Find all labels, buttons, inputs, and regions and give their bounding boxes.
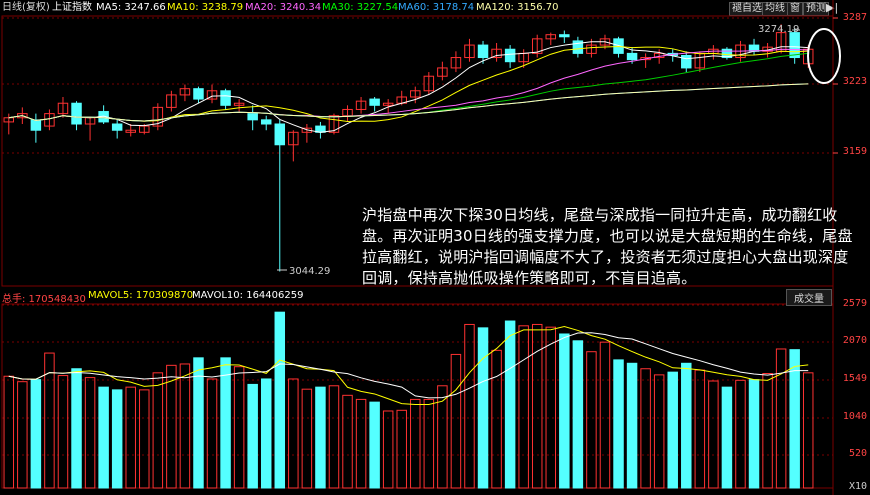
- volume-bar: [152, 372, 164, 489]
- volume-bar: [247, 383, 258, 489]
- volume-bar: [206, 378, 218, 489]
- vol-axis-label-4: 1040: [842, 411, 867, 422]
- candle-body: [559, 34, 570, 38]
- volume-bar: [315, 386, 326, 489]
- volume-bar: [44, 352, 55, 489]
- price-axis-label-top: 3287: [842, 12, 867, 23]
- price-axis-label-low: 3159: [842, 146, 867, 157]
- volume-bar: [193, 357, 204, 489]
- volume-bar: [504, 320, 516, 489]
- volume-bar: [545, 326, 557, 489]
- kline-chart-window: { "header": { "period": "日线(复权)", "index…: [0, 0, 870, 495]
- volume-bar: [653, 374, 665, 489]
- commentary-text: 沪指盘中再次下探30日均线，尾盘与深成指一同拉升走高，成功翻红收盘。再次证明30…: [362, 206, 853, 287]
- volume-bar: [572, 340, 584, 489]
- candle-body: [111, 123, 123, 131]
- candle-body: [626, 52, 638, 61]
- volume-bar: [708, 380, 719, 489]
- volume-bar: [721, 386, 733, 489]
- vol-axis-label-3: 1549: [842, 373, 867, 384]
- volume-bar: [139, 389, 150, 489]
- volume-bar: [518, 325, 529, 489]
- low-price-mark: 3044.29: [289, 266, 331, 277]
- ma120-line: [8, 83, 809, 122]
- candle-body: [71, 102, 82, 125]
- volume-bar: [233, 366, 245, 489]
- volume-bar: [3, 375, 15, 489]
- volume-bar: [179, 363, 191, 489]
- volume-bar: [382, 410, 394, 489]
- candle-body: [260, 119, 272, 125]
- candle-body: [193, 88, 204, 100]
- volume-bar: [220, 357, 231, 489]
- volume-bar: [626, 362, 638, 489]
- volume-bar: [681, 362, 692, 489]
- candle-body: [247, 113, 258, 121]
- volume-bar: [586, 351, 597, 489]
- volume-bar: [410, 398, 421, 489]
- volume-bar: [559, 333, 570, 489]
- mavol5-value: MAVOL5: 170309870: [88, 290, 194, 301]
- volume-bar: [667, 371, 678, 489]
- vol-axis-label-5: 520: [848, 448, 867, 459]
- volume-bar: [125, 386, 136, 489]
- candle-body: [504, 48, 516, 63]
- volume-bar: [84, 377, 96, 489]
- volume-bar: [613, 359, 624, 489]
- vol-axis-label-1: 2579: [842, 298, 867, 309]
- mavol10-value: MAVOL10: 164406259: [192, 290, 304, 301]
- volume-bar: [355, 398, 367, 489]
- volume-bar: [694, 369, 706, 489]
- total-volume: 总手: 170548430: [2, 294, 86, 305]
- volume-bar: [57, 375, 69, 489]
- volume-bar: [17, 381, 28, 489]
- volume-bar: [423, 398, 435, 489]
- volume-dropdown[interactable]: 成交量: [786, 289, 832, 306]
- volume-bar: [396, 409, 407, 489]
- candle-body: [681, 54, 692, 69]
- volume-bar: [71, 368, 82, 489]
- high-price-mark: 3274.19: [758, 24, 800, 35]
- volume-bar: [166, 364, 177, 489]
- volume-bar: [802, 372, 814, 489]
- volume-bar: [288, 378, 299, 489]
- volume-bar: [748, 379, 760, 489]
- candle-body: [477, 44, 489, 59]
- vol-axis-unit: X10: [848, 481, 867, 492]
- volume-bar: [491, 349, 502, 489]
- volume-bar: [328, 385, 340, 489]
- volume-bar: [260, 378, 272, 489]
- price-axis-label-mid: 3223: [842, 76, 867, 87]
- volume-bar: [274, 311, 286, 489]
- volume-bar: [464, 323, 475, 489]
- volume-bar: [369, 401, 380, 489]
- candle-body: [369, 98, 380, 106]
- volume-bar: [30, 379, 42, 489]
- volume-indicator-bar: 总手: 170548430 MAVOL5: 170309870 MAVOL10:…: [0, 288, 870, 306]
- volume-bar: [735, 379, 746, 489]
- volume-bar: [477, 327, 489, 489]
- volume-bar: [599, 341, 611, 489]
- volume-bar: [450, 353, 462, 489]
- candle-body: [274, 123, 286, 146]
- volume-bar: [301, 388, 313, 489]
- volume-bar: [98, 386, 109, 489]
- candle-body: [30, 119, 42, 131]
- volume-bar: [640, 368, 651, 489]
- volume-bar: [762, 373, 773, 489]
- candle-body: [220, 90, 231, 106]
- vol-axis-label-2: 2070: [842, 335, 867, 346]
- candle-body: [789, 32, 800, 59]
- volume-bar: [342, 394, 353, 489]
- volume-bar: [111, 389, 123, 489]
